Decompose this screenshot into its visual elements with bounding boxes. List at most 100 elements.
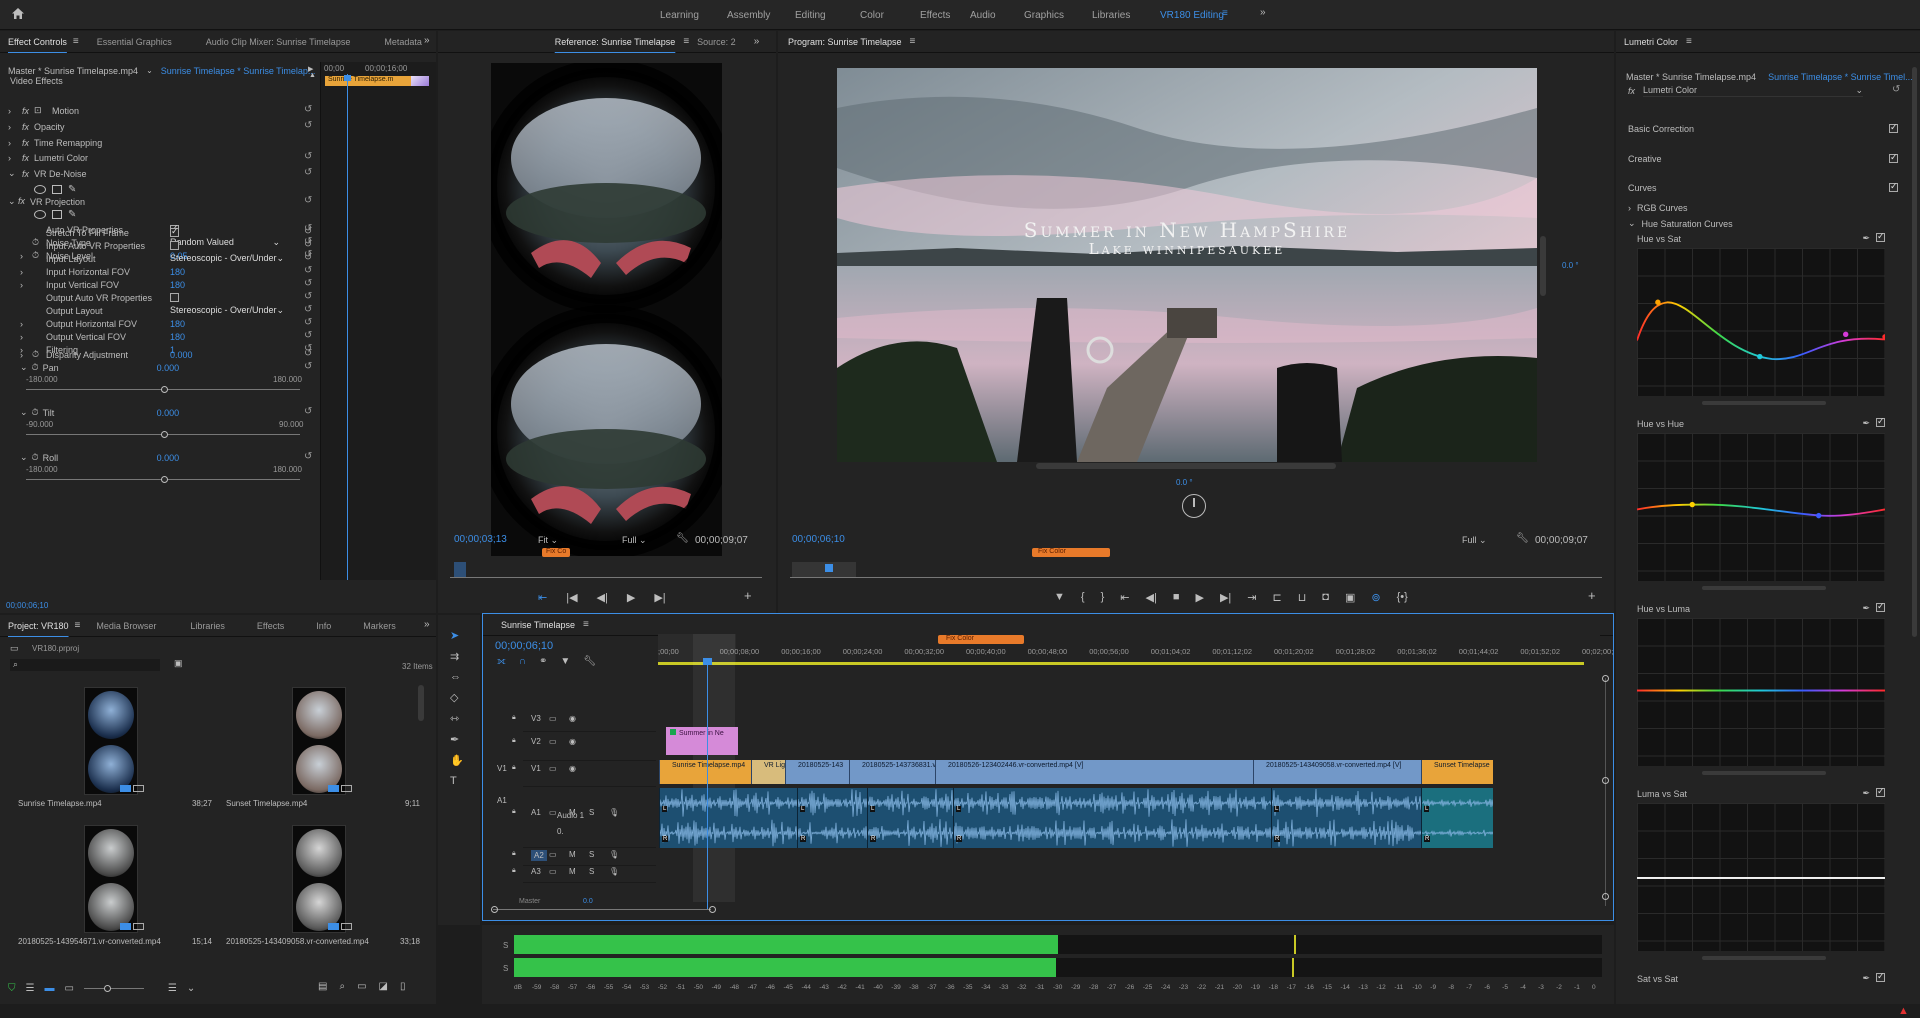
tab-media-browser[interactable]: Media Browser [96, 621, 156, 631]
checkbox[interactable] [170, 241, 179, 250]
ripple-edit-tool-icon[interactable]: ⇔ [450, 671, 464, 683]
mic-icon[interactable]: 🎙︎ [609, 808, 619, 817]
sync-lock-icon[interactable]: ▭ [549, 850, 557, 859]
param-value[interactable]: 180 [170, 319, 185, 329]
wrench-icon[interactable]: 🔧︎ [676, 534, 689, 544]
video-clip[interactable]: Sunset Timelapse [1421, 760, 1493, 784]
track-label[interactable]: A1 [531, 808, 541, 817]
timeline-vscroll-knob-top[interactable] [1602, 675, 1609, 682]
audio-clip[interactable]: R [659, 818, 797, 848]
reset-icon[interactable]: ↺ [304, 151, 312, 162]
add-marker-icon[interactable]: ▼ [1054, 591, 1065, 604]
eye-icon[interactable]: ◉ [569, 764, 576, 773]
insert-sequence-icon[interactable]: ⟗ [497, 656, 506, 667]
reset-icon[interactable]: ↺ [304, 348, 312, 359]
tab-markers[interactable]: Markers [363, 621, 396, 631]
eyedropper-icon[interactable]: ✒ [1862, 788, 1870, 799]
automate-icon[interactable]: ▤ [318, 981, 327, 992]
mic-icon[interactable]: 🎙︎ [609, 867, 619, 876]
sort-icon[interactable]: ☰ [168, 983, 177, 994]
zoom-slider[interactable] [83, 985, 144, 992]
program-vertical-scroll[interactable] [1540, 236, 1546, 296]
master-track-value[interactable]: 0.0 [583, 898, 593, 905]
param-value[interactable]: 180 [170, 280, 185, 290]
overflow-chevron-icon[interactable]: » [424, 620, 430, 630]
param-value[interactable]: 180 [170, 332, 185, 342]
audio-clip[interactable]: L [953, 788, 1271, 818]
video-clip[interactable]: VR Light Le [751, 760, 785, 784]
lumetri-sequence-label[interactable]: Sunrise Timelapse * Sunrise Timel... [1768, 72, 1913, 82]
track-select-tool-icon[interactable]: ⇉ [450, 650, 464, 663]
reset-icon[interactable]: ↺ [304, 226, 312, 237]
program-marker[interactable]: Fix Color [1032, 548, 1110, 557]
effect-row-vr-de-noise[interactable]: ⌄ fx VR De-Noise [8, 166, 87, 181]
vr-toggle-icon[interactable]: ⊚ [1371, 591, 1380, 604]
checkbox[interactable] [170, 293, 179, 302]
find-icon[interactable]: ⌕ [339, 981, 345, 992]
reset-icon[interactable]: ↺ [304, 291, 312, 302]
section-enable-checkbox[interactable] [1889, 181, 1898, 192]
reset-icon[interactable]: ↺ [304, 330, 312, 341]
vr-orientation-dial[interactable] [1182, 494, 1206, 518]
program-playhead[interactable] [825, 564, 833, 572]
tab-effects[interactable]: Effects [257, 621, 284, 631]
program-zoom-range[interactable] [792, 562, 856, 577]
audio-clip[interactable]: L [1421, 788, 1493, 818]
audio-clip[interactable]: L [867, 788, 953, 818]
lift-icon[interactable]: ⇥ [1247, 591, 1256, 604]
tab-sequence[interactable]: Sunrise Timelapse [501, 620, 575, 630]
lock-icon[interactable]: ⛉ [8, 983, 16, 994]
play-icon[interactable]: ▶ [1195, 591, 1203, 604]
workspace-tab-libraries[interactable]: Libraries [1092, 10, 1130, 21]
param-select[interactable]: Random Valued ⌄ [170, 237, 280, 248]
timeline-hscroll[interactable] [493, 909, 711, 910]
disclosure-chevron-icon[interactable]: › [20, 267, 28, 277]
reset-icon[interactable]: ↺ [304, 317, 312, 328]
eyedropper-icon[interactable]: ✒ [1862, 233, 1870, 244]
add-marker-icon[interactable]: ▼ [560, 656, 570, 667]
disclosure-chevron-icon[interactable]: › [20, 319, 28, 329]
param-value[interactable]: 180 [170, 267, 185, 277]
curve-enable-checkbox[interactable] [1876, 786, 1885, 797]
tab-libraries[interactable]: Libraries [190, 621, 225, 631]
tab-metadata[interactable]: Metadata [384, 37, 422, 47]
workspace-menu-icon[interactable]: ≡ [1222, 9, 1228, 19]
track-label[interactable]: A2 [531, 850, 547, 861]
scroll-up-icon[interactable]: ▲ [309, 72, 316, 79]
audio-clip[interactable]: L [1271, 788, 1421, 818]
workspace-tab-audio[interactable]: Audio [970, 10, 996, 21]
timeline-hscroll-knob-left[interactable] [491, 906, 498, 913]
selection-tool-icon[interactable]: ➤ [450, 629, 464, 642]
new-item-icon[interactable]: ◪ [379, 981, 388, 992]
section-enable-checkbox[interactable] [1889, 152, 1898, 163]
tab-source[interactable]: Source: 2 [697, 37, 736, 47]
curve-graph[interactable] [1637, 618, 1885, 766]
project-item[interactable]: 20180525-143409058.vr-converted.mp4 33;18 [220, 825, 420, 946]
workspace-tab-color[interactable]: Color [860, 10, 884, 21]
reset-icon[interactable]: ↺ [304, 304, 312, 315]
icon-view-icon[interactable]: ▬ [44, 983, 54, 994]
source-patch-v1[interactable]: V1 [497, 764, 507, 773]
project-item[interactable]: Sunset Timelapse.mp4 9;11 [220, 687, 420, 808]
track-header-a3[interactable]: A3 🔒︎ ▭ M S 🎙︎ [512, 867, 656, 883]
reset-icon[interactable]: ↺ [304, 361, 312, 372]
reference-scrub-bar[interactable] [450, 577, 762, 578]
add-button-icon[interactable]: + [1588, 589, 1596, 602]
param-select[interactable]: Stereoscopic - Over/Under ⌄ [170, 253, 284, 264]
chevron-down-icon[interactable]: ⌄ [187, 983, 195, 994]
solo-icon[interactable]: S [589, 808, 594, 817]
wrench-icon[interactable]: 🔧︎ [1516, 534, 1529, 544]
reset-icon[interactable]: ↺ [304, 239, 312, 250]
eye-icon[interactable]: ◉ [569, 714, 576, 723]
workspace-tab-assembly[interactable]: Assembly [727, 10, 770, 21]
sync-lock-icon[interactable]: ▭ [549, 714, 557, 723]
track-header-v2[interactable]: V2 🔒︎ ▭ ◉ [512, 733, 656, 761]
solo-left[interactable]: S [503, 941, 508, 950]
mini-clip[interactable]: Sunrise Timelapse.m [325, 76, 411, 86]
audio-clip[interactable]: R [797, 818, 867, 848]
hand-tool-icon[interactable]: ✋ [450, 754, 464, 767]
motion-transform-icon[interactable]: ⊡ [34, 105, 46, 116]
mic-icon[interactable]: 🎙︎ [609, 850, 619, 859]
reset-icon[interactable]: ↺ [304, 278, 312, 289]
disclosure-chevron-icon[interactable]: › [8, 106, 22, 116]
